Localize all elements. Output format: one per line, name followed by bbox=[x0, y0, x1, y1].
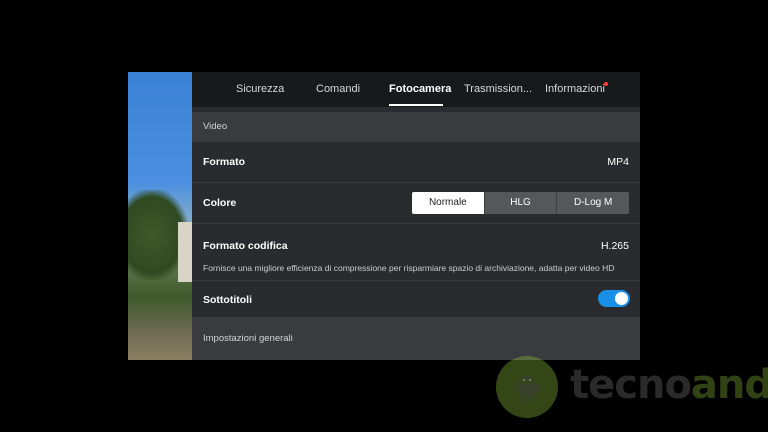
settings-panel: Sicurezza Comandi Fotocamera Trasmission… bbox=[192, 72, 640, 360]
row-formato[interactable]: Formato MP4 bbox=[192, 142, 640, 182]
tab-fotocamera[interactable]: Fotocamera bbox=[389, 72, 451, 107]
android-robot-icon bbox=[515, 375, 539, 402]
section-header-general: Impostazioni generali bbox=[192, 317, 640, 360]
tab-bar: Sicurezza Comandi Fotocamera Trasmission… bbox=[192, 72, 640, 107]
formato-value: MP4 bbox=[607, 156, 629, 168]
tab-trasmissione[interactable]: Trasmission... bbox=[464, 72, 532, 107]
camera-preview bbox=[128, 72, 192, 360]
row-colore: Colore Normale HLG D-Log M bbox=[192, 183, 640, 223]
toggle-knob bbox=[615, 292, 628, 305]
formato-label: Formato bbox=[203, 156, 245, 168]
section-title-general: Impostazioni generali bbox=[203, 333, 293, 344]
sottotitoli-toggle[interactable] bbox=[598, 290, 630, 307]
colore-option-normale[interactable]: Normale bbox=[412, 192, 484, 214]
tecnoandroid-watermark: tecnoandroid bbox=[570, 362, 768, 408]
sottotitoli-label: Sottotitoli bbox=[203, 294, 252, 306]
watermark-part2: android bbox=[690, 362, 768, 408]
section-title-video: Video bbox=[203, 121, 228, 132]
colore-label: Colore bbox=[203, 197, 237, 209]
colore-option-dlog-m[interactable]: D-Log M bbox=[556, 192, 629, 214]
preview-wall bbox=[178, 222, 192, 282]
tab-informazioni[interactable]: Informazioni bbox=[545, 72, 605, 107]
notification-dot-icon bbox=[604, 82, 608, 86]
tab-comandi[interactable]: Comandi bbox=[316, 72, 360, 107]
row-formato-codifica[interactable]: Formato codifica H.265 Fornisce una migl… bbox=[192, 224, 640, 280]
formato-codifica-value: H.265 bbox=[600, 240, 629, 252]
colore-option-hlg[interactable]: HLG bbox=[483, 192, 557, 214]
watermark-part1: tecno bbox=[570, 362, 692, 408]
tab-sicurezza[interactable]: Sicurezza bbox=[236, 72, 284, 107]
formato-codifica-description: Fornisce una migliore efficienza di comp… bbox=[203, 263, 615, 273]
colore-segmented-control: Normale HLG D-Log M bbox=[412, 192, 629, 214]
formato-codifica-label: Formato codifica bbox=[203, 240, 288, 252]
row-sottotitoli: Sottotitoli bbox=[192, 281, 640, 317]
section-header-video: Video bbox=[192, 112, 640, 142]
tecnoandroid-logo-icon bbox=[496, 356, 558, 418]
